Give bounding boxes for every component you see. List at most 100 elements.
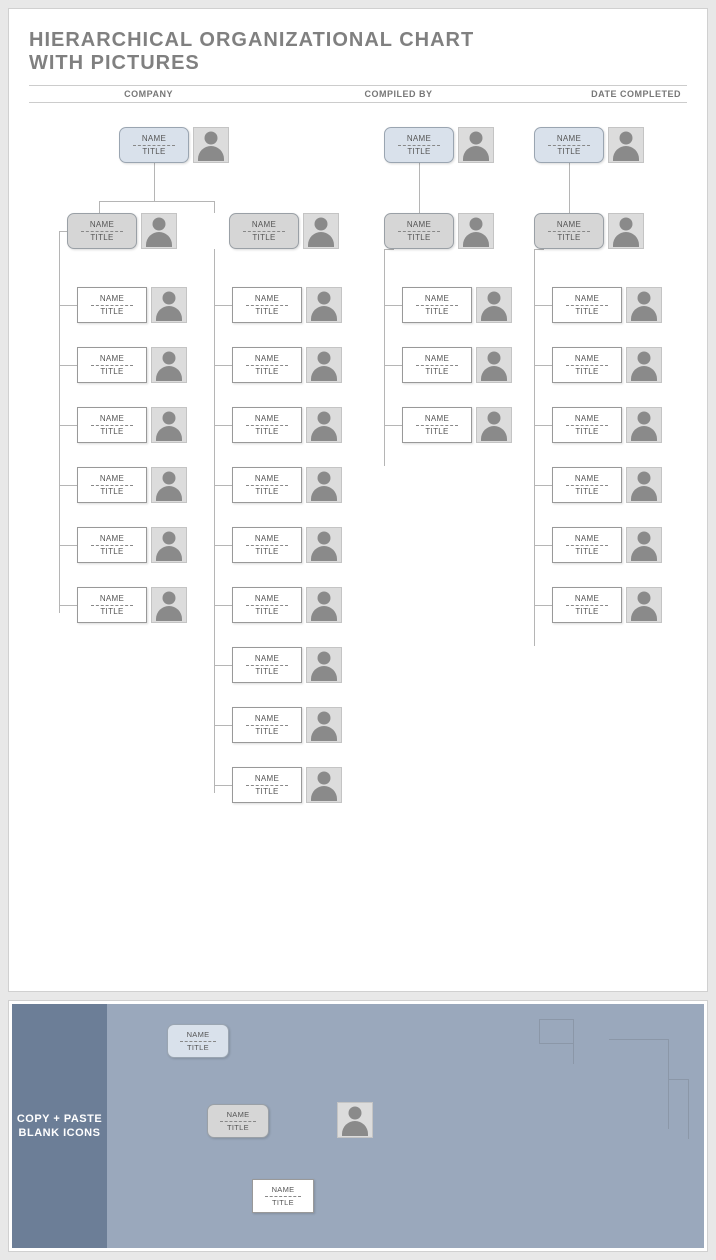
connector-line <box>59 231 67 232</box>
connector-line <box>214 365 232 366</box>
org-card: NAME TITLE <box>77 587 147 623</box>
header-company: COMPANY <box>29 89 268 99</box>
org-node-child[interactable]: NAMETITLE <box>552 467 662 503</box>
connector-sample[interactable] <box>539 1019 574 1044</box>
name-label: NAME <box>575 294 599 304</box>
card-divider <box>566 605 608 606</box>
palette-sample-avatar[interactable] <box>337 1102 373 1138</box>
connector-line <box>214 785 232 786</box>
org-node-child[interactable]: NAMETITLE <box>232 467 342 503</box>
org-node-child[interactable]: NAMETITLE <box>232 287 342 323</box>
palette-sample-blue[interactable]: NAME TITLE <box>167 1024 229 1058</box>
name-label: NAME <box>227 1110 250 1120</box>
name-label: NAME <box>255 774 279 784</box>
org-node-top-4[interactable]: NAME TITLE <box>534 127 644 163</box>
org-node-child[interactable]: NAMETITLE <box>402 347 512 383</box>
org-node-child[interactable]: NAMETITLE <box>77 347 187 383</box>
title-label: TITLE <box>255 787 278 796</box>
avatar-icon <box>458 213 494 249</box>
connector-sample[interactable] <box>669 1079 689 1139</box>
org-card: NAMETITLE <box>232 287 302 323</box>
connector-sample[interactable] <box>609 1039 669 1129</box>
org-node-child[interactable]: NAME TITLE <box>552 587 662 623</box>
title-label: TITLE <box>255 487 278 496</box>
org-card: NAMETITLE <box>77 407 147 443</box>
avatar-icon <box>476 407 512 443</box>
card-divider <box>243 231 285 232</box>
org-node-child[interactable]: NAMETITLE <box>232 407 342 443</box>
org-node-child[interactable]: NAMETITLE <box>232 347 342 383</box>
org-node-top-3[interactable]: NAME TITLE <box>384 127 494 163</box>
title-label: TITLE <box>255 307 278 316</box>
org-node-mgr-3[interactable]: NAME TITLE <box>384 213 494 249</box>
org-node-mgr-4[interactable]: NAME TITLE <box>534 213 644 249</box>
title-label: TITLE <box>425 307 448 316</box>
org-node-child[interactable]: NAME TITLE <box>232 707 342 743</box>
org-node-mgr-2[interactable]: NAME TITLE <box>229 213 339 249</box>
avatar-icon <box>306 467 342 503</box>
org-card: NAMETITLE <box>77 527 147 563</box>
org-card: NAMETITLE <box>552 287 622 323</box>
org-node-child[interactable]: NAME TITLE <box>232 767 342 803</box>
avatar-icon <box>151 287 187 323</box>
org-card: NAME TITLE <box>552 587 622 623</box>
connector-line <box>214 485 232 486</box>
org-node-child[interactable]: NAMETITLE <box>77 467 187 503</box>
connector-line <box>59 305 77 306</box>
card-divider <box>220 1121 256 1122</box>
avatar-icon <box>626 467 662 503</box>
org-node-child[interactable]: NAMETITLE <box>77 527 187 563</box>
org-node-child[interactable]: NAMETITLE <box>77 287 187 323</box>
org-card: NAME TITLE <box>384 213 454 249</box>
palette-sample-white[interactable]: NAME TITLE <box>252 1179 314 1213</box>
org-node-child[interactable]: NAMETITLE <box>552 407 662 443</box>
org-node-child[interactable]: NAMETITLE <box>232 587 342 623</box>
org-node-child[interactable]: NAMETITLE <box>232 647 342 683</box>
header-row: COMPANY COMPILED BY DATE COMPLETED <box>29 85 687 103</box>
avatar-icon <box>151 527 187 563</box>
org-node-child[interactable]: NAME TITLE <box>552 347 662 383</box>
card-divider <box>246 425 288 426</box>
header-date-completed: DATE COMPLETED <box>529 89 687 99</box>
org-node-child[interactable]: NAMETITLE <box>402 287 512 323</box>
org-node-top-1[interactable]: NAME TITLE <box>119 127 229 163</box>
card-divider <box>91 305 133 306</box>
org-node-child[interactable]: NAME TITLE <box>77 587 187 623</box>
title-label: TITLE <box>575 607 598 616</box>
name-label: NAME <box>575 594 599 604</box>
connector-line <box>214 545 232 546</box>
name-label: NAME <box>252 220 276 230</box>
title-label: TITLE <box>255 727 278 736</box>
card-divider <box>180 1041 216 1042</box>
name-label: NAME <box>255 654 279 664</box>
name-label: NAME <box>407 220 431 230</box>
avatar-icon <box>626 527 662 563</box>
title-line-2: WITH PICTURES <box>29 52 200 74</box>
org-node-child[interactable]: NAMETITLE <box>77 407 187 443</box>
palette-sample-gray[interactable]: NAME TITLE <box>207 1104 269 1138</box>
avatar-icon <box>306 347 342 383</box>
org-node-child[interactable]: NAMETITLE <box>232 527 342 563</box>
name-label: NAME <box>100 294 124 304</box>
connector-line <box>214 201 215 213</box>
name-label: NAME <box>100 594 124 604</box>
card-divider <box>398 231 440 232</box>
avatar-icon <box>626 347 662 383</box>
card-divider <box>416 305 458 306</box>
connector-line <box>59 365 77 366</box>
chart-area: NAME TITLE NAME TITLE NAME TITLE <box>29 127 687 963</box>
title-label: TITLE <box>100 607 123 616</box>
name-label: NAME <box>575 354 599 364</box>
name-label: NAME <box>255 714 279 724</box>
avatar-icon <box>306 647 342 683</box>
card-divider <box>246 545 288 546</box>
org-node-child[interactable]: NAMETITLE <box>402 407 512 443</box>
title-label: TITLE <box>425 367 448 376</box>
name-label: NAME <box>255 594 279 604</box>
org-node-child[interactable]: NAMETITLE <box>552 527 662 563</box>
org-node-mgr-1[interactable]: NAME TITLE <box>67 213 177 249</box>
org-card: NAMETITLE <box>552 407 622 443</box>
card-divider <box>91 545 133 546</box>
title-label: TITLE <box>575 367 598 376</box>
org-node-child[interactable]: NAMETITLE <box>552 287 662 323</box>
